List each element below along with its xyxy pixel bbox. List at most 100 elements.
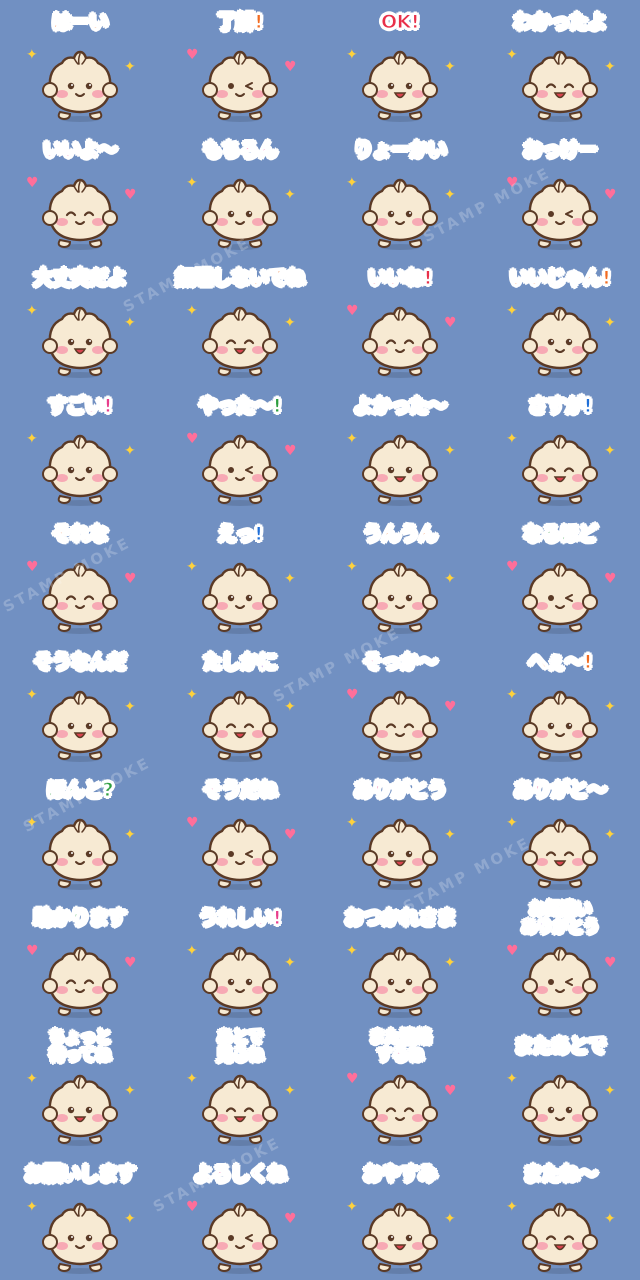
sticker-label: そっか〜: [362, 651, 438, 673]
sticker[interactable]: おっけー ♥ ♥: [480, 128, 640, 256]
bun-character-drawing: [362, 434, 438, 506]
sparkle-star-icon: ✦: [284, 571, 296, 587]
sparkle-star-icon: ✦: [124, 1211, 136, 1227]
sticker[interactable]: 助かります ♥ ♥: [0, 896, 160, 1024]
bun-character: [40, 40, 120, 124]
sticker[interactable]: 大丈夫だよ ✦ ✦: [0, 256, 160, 384]
heart-icon: ♥: [186, 815, 199, 831]
sticker[interactable]: えっ! ✦ ✦: [160, 512, 320, 640]
bun-character: [520, 296, 600, 380]
sticker[interactable]: もちろん ✦ ✦: [160, 128, 320, 256]
bun-character-drawing: [362, 178, 438, 250]
sticker[interactable]: それな ♥ ♥: [0, 512, 160, 640]
heart-icon: ♥: [604, 187, 617, 203]
sparkle-star-icon: ✦: [604, 443, 616, 459]
sparkle-star-icon: ✦: [444, 827, 456, 843]
sparkle-star-icon: ✦: [284, 187, 296, 203]
heart-icon: ♥: [26, 175, 39, 191]
bun-character-drawing: [522, 306, 598, 378]
sticker-label: すごい!: [48, 395, 113, 417]
bun-character-drawing: [42, 178, 118, 250]
sticker[interactable]: ありがとう ✦ ✦: [320, 768, 480, 896]
heart-icon: ♥: [186, 431, 199, 447]
sticker[interactable]: よろしくね ♥ ♥: [160, 1152, 320, 1280]
sticker[interactable]: ちょっと 待ってね ✦ ✦: [0, 1024, 160, 1152]
sparkle-star-icon: ✦: [444, 1211, 456, 1227]
bun-character: [360, 1064, 440, 1148]
sticker[interactable]: あとで 見るね ✦ ✦: [160, 1024, 320, 1152]
sparkle-star-icon: ✦: [186, 303, 198, 319]
sticker[interactable]: りょーかい ✦ ✦: [320, 128, 480, 256]
sticker[interactable]: またね〜 ✦ ✦: [480, 1152, 640, 1280]
sticker-label: もちろん: [202, 139, 278, 161]
sparkle-star-icon: ✦: [124, 1083, 136, 1099]
sticker[interactable]: たしかに ✦ ✦: [160, 640, 320, 768]
sparkle-star-icon: ✦: [346, 943, 358, 959]
bun-character-drawing: [202, 306, 278, 378]
sticker-label: えっ!: [217, 523, 264, 545]
sparkle-star-icon: ✦: [346, 1199, 358, 1215]
heart-icon: ♥: [124, 571, 137, 587]
sticker[interactable]: お願いします ✦ ✦: [0, 1152, 160, 1280]
sticker[interactable]: ありがと〜 ✦ ✦: [480, 768, 640, 896]
sticker-label: また連絡 するね: [368, 1027, 432, 1064]
sparkle-star-icon: ✦: [26, 431, 38, 447]
bun-character-drawing: [522, 1074, 598, 1146]
sticker[interactable]: いいじゃん! ✦ ✦: [480, 256, 640, 384]
sparkle-star-icon: ✦: [506, 815, 518, 831]
sticker[interactable]: うんうん ✦ ✦: [320, 512, 480, 640]
sticker[interactable]: そうだね ♥ ♥: [160, 768, 320, 896]
bun-character-drawing: [362, 1074, 438, 1146]
heart-icon: ♥: [346, 687, 359, 703]
bun-character-drawing: [202, 946, 278, 1018]
sparkle-star-icon: ✦: [186, 559, 198, 575]
sticker-label: ありがと〜: [513, 779, 607, 801]
heart-icon: ♥: [444, 315, 457, 331]
sparkle-star-icon: ✦: [284, 315, 296, 331]
sticker[interactable]: いいね! ♥ ♥: [320, 256, 480, 384]
bun-character-drawing: [362, 50, 438, 122]
sticker[interactable]: 了解! ♥ ♥: [160, 0, 320, 128]
sticker[interactable]: また連絡 するね ♥ ♥: [320, 1024, 480, 1152]
sticker-label: 助かります: [33, 907, 127, 929]
sticker-label: OK!: [380, 11, 420, 33]
sticker[interactable]: うれしい! ✦ ✦: [160, 896, 320, 1024]
sticker[interactable]: そうなんだ ✦ ✦: [0, 640, 160, 768]
sparkle-star-icon: ✦: [346, 431, 358, 447]
sticker-label: またね〜: [522, 1163, 598, 1185]
sticker[interactable]: すごい! ✦ ✦: [0, 384, 160, 512]
bun-character: [360, 424, 440, 508]
sticker[interactable]: そっか〜 ♥ ♥: [320, 640, 480, 768]
bun-character-drawing: [362, 818, 438, 890]
bun-character: [360, 552, 440, 636]
heart-icon: ♥: [444, 699, 457, 715]
sticker[interactable]: わかったよ ✦ ✦: [480, 0, 640, 128]
sticker[interactable]: いいよ〜 ♥ ♥: [0, 128, 160, 256]
sticker[interactable]: ほんと? ✦ ✦: [0, 768, 160, 896]
sticker[interactable]: またあとで ✦ ✦: [480, 1024, 640, 1152]
sticker[interactable]: へぇ〜! ✦ ✦: [480, 640, 640, 768]
sticker-label: へぇ〜!: [528, 651, 593, 673]
sticker-label: わかったよ: [513, 11, 607, 33]
sparkle-star-icon: ✦: [26, 1071, 38, 1087]
sticker-label: さすが!: [528, 395, 593, 417]
sticker[interactable]: なるほど ♥ ♥: [480, 512, 640, 640]
bun-character: [520, 1064, 600, 1148]
bun-character: [200, 552, 280, 636]
sticker[interactable]: はーい ✦ ✦: [0, 0, 160, 128]
sticker-label: おやすみ: [362, 1163, 438, 1185]
sticker[interactable]: さすが! ✦ ✦: [480, 384, 640, 512]
sticker[interactable]: やった〜! ♥ ♥: [160, 384, 320, 512]
sticker[interactable]: OK! ✦ ✦: [320, 0, 480, 128]
sticker[interactable]: おやすみ ✦ ✦: [320, 1152, 480, 1280]
sticker-label: ちょっと 待ってね: [48, 1027, 112, 1064]
bun-character: [200, 168, 280, 252]
heart-icon: ♥: [506, 943, 519, 959]
bun-character: [520, 808, 600, 892]
bun-character: [40, 1064, 120, 1148]
bun-character: [200, 808, 280, 892]
sticker[interactable]: よかった〜 ✦ ✦: [320, 384, 480, 512]
sticker[interactable]: おつかれさま ✦ ✦: [320, 896, 480, 1024]
sticker[interactable]: 無理しないでね ✦ ✦: [160, 256, 320, 384]
sticker[interactable]: お気遣い ありがとう ♥ ♥: [480, 896, 640, 1024]
